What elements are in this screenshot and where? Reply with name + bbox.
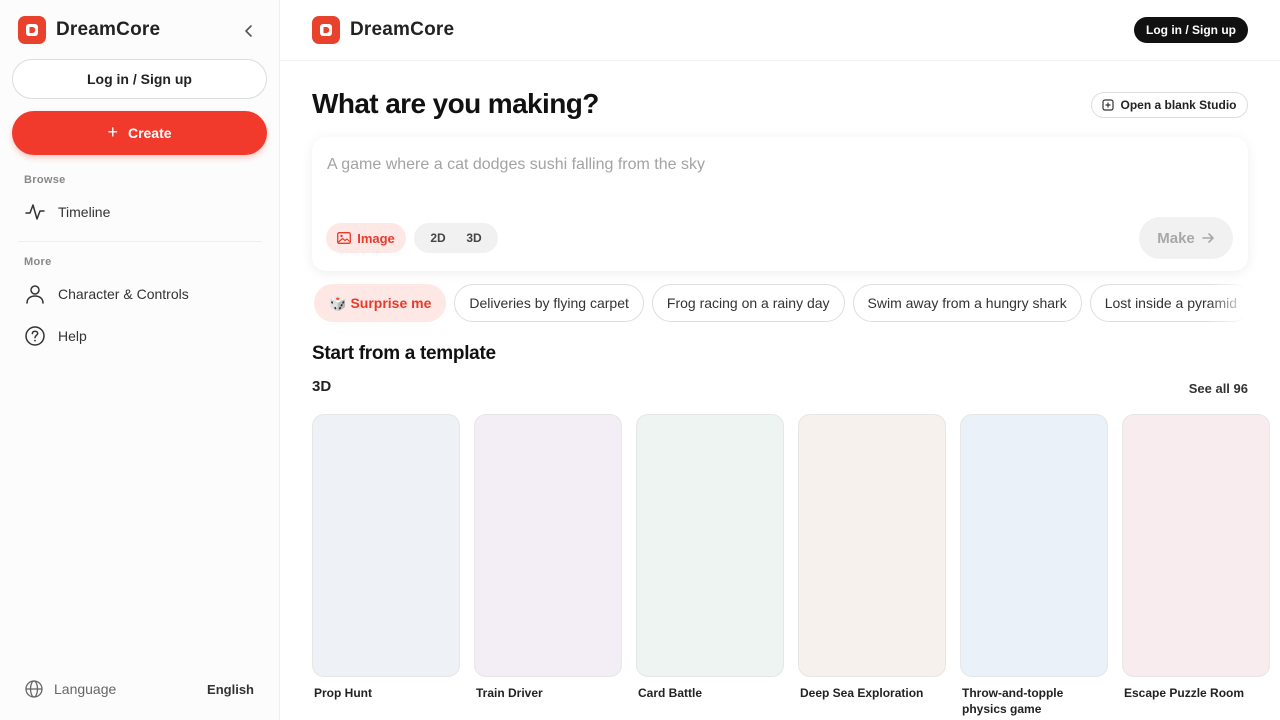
prompt-box: Image 2D 3D Make xyxy=(312,137,1248,271)
template-title: Throw-and-topple physics game xyxy=(962,686,1064,716)
header-brand[interactable]: DreamCore xyxy=(312,16,454,44)
sidebar: DreamCore Log in / Sign up + Create Brow… xyxy=(0,0,280,720)
globe-icon xyxy=(25,680,43,698)
dimension-toggle: 2D 3D xyxy=(414,223,498,253)
sidebar-login-button[interactable]: Log in / Sign up xyxy=(12,59,267,99)
sidebar-divider xyxy=(18,241,262,242)
dice-icon: 🎲 xyxy=(329,294,347,311)
arrow-right-icon xyxy=(1201,233,1214,243)
create-label: Create xyxy=(127,125,172,141)
template-thumbnail xyxy=(636,414,784,677)
template-section-title: Start from a template xyxy=(312,343,496,364)
help-icon xyxy=(25,326,45,346)
template-category-title: 3D xyxy=(312,378,332,395)
collapse-sidebar-button[interactable] xyxy=(238,20,260,42)
template-title: Prop Hunt xyxy=(314,686,372,700)
sidebar-item-character-controls[interactable]: Character & Controls xyxy=(24,282,189,306)
page-title: What are you making? xyxy=(312,88,599,119)
template-thumbnail xyxy=(960,414,1108,677)
see-all-link[interactable]: See all 96 xyxy=(1180,381,1248,396)
template-title: Escape Puzzle Room xyxy=(1124,686,1245,700)
brand-name: DreamCore xyxy=(350,19,455,40)
open-blank-studio-button[interactable]: Open a blank Studio xyxy=(1091,92,1248,118)
sidebar-item-timeline[interactable]: Timeline xyxy=(24,200,110,224)
surprise-me-chip[interactable]: 🎲 Surprise me xyxy=(314,284,447,322)
image-option-label: Image xyxy=(357,230,395,246)
sidebar-item-label: Timeline xyxy=(58,204,111,220)
language-selector[interactable]: Language English xyxy=(24,678,254,700)
sidebar-item-label: Character & Controls xyxy=(58,286,189,302)
suggestion-chips: 🎲 Surprise me Deliveries by flying carpe… xyxy=(314,284,1244,322)
template-card[interactable]: Deep Sea Exploration xyxy=(798,414,946,701)
suggestion-chip[interactable]: Frog racing on a rainy day xyxy=(651,284,845,322)
more-section-label: More xyxy=(24,256,52,268)
suggestion-chip[interactable]: Deliveries by flying carpet xyxy=(454,284,644,322)
chip-label: Surprise me xyxy=(350,295,432,311)
dimension-3d-option[interactable]: 3D xyxy=(466,231,481,245)
sidebar-brand[interactable]: DreamCore xyxy=(18,16,160,44)
language-value[interactable]: English xyxy=(207,682,254,697)
template-card[interactable]: Card Battle xyxy=(636,414,784,701)
plus-icon: + xyxy=(107,122,118,142)
template-thumbnail xyxy=(798,414,946,677)
template-thumbnail xyxy=(312,414,460,677)
template-thumbnail xyxy=(1122,414,1270,677)
dreamcore-logo-icon xyxy=(312,16,340,44)
template-card[interactable]: Train Driver xyxy=(474,414,622,701)
make-button[interactable]: Make xyxy=(1139,217,1233,259)
template-cards: Prop Hunt Train Driver Card Battle Deep … xyxy=(312,414,1280,720)
brand-name: DreamCore xyxy=(56,19,161,40)
sidebar-item-help[interactable]: Help xyxy=(24,324,87,348)
dreamcore-logo-icon xyxy=(18,16,46,44)
template-card[interactable]: Throw-and-topple physics game xyxy=(960,414,1108,717)
language-label: Language xyxy=(54,681,117,697)
template-card[interactable]: Prop Hunt xyxy=(312,414,460,701)
image-option-button[interactable]: Image xyxy=(326,223,406,253)
header-divider xyxy=(280,60,1280,61)
suggestion-chip[interactable]: Swim away from a hungry shark xyxy=(852,284,1082,322)
sidebar-item-label: Help xyxy=(58,328,87,344)
template-title: Card Battle xyxy=(638,686,703,700)
open-blank-studio-label: Open a blank Studio xyxy=(1120,98,1237,112)
user-icon xyxy=(26,285,44,304)
chevron-left-icon xyxy=(245,25,252,37)
template-card[interactable]: Escape Puzzle Room xyxy=(1122,414,1270,701)
header-login-button[interactable]: Log in / Sign up xyxy=(1134,17,1248,43)
prompt-input[interactable] xyxy=(327,153,1207,177)
plus-square-icon xyxy=(1102,99,1115,111)
template-title: Train Driver xyxy=(476,686,543,700)
image-icon xyxy=(337,232,352,244)
create-button[interactable]: + Create xyxy=(12,111,267,155)
template-thumbnail xyxy=(474,414,622,677)
browse-section-label: Browse xyxy=(24,174,66,186)
dimension-2d-option[interactable]: 2D xyxy=(430,231,445,245)
template-title: Deep Sea Exploration xyxy=(800,686,924,700)
activity-icon xyxy=(25,204,45,220)
make-label: Make xyxy=(1157,229,1195,247)
suggestion-chip[interactable]: Lost inside a pyramid xyxy=(1089,284,1244,322)
